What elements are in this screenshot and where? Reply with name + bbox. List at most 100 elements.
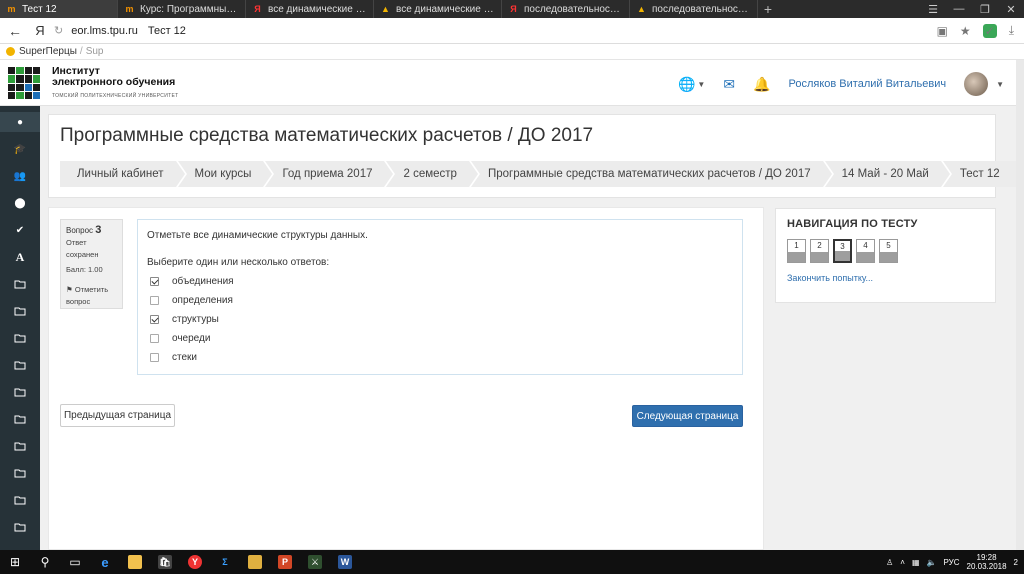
game-icon[interactable]: ⚔ xyxy=(300,550,330,574)
answer-option[interactable]: структуры xyxy=(150,310,733,329)
windows-start-icon[interactable]: ⊞ xyxy=(0,550,30,574)
yandex-icon: Я xyxy=(254,4,261,14)
download-icon[interactable]: ⤓ xyxy=(1009,23,1014,38)
folder-icon[interactable] xyxy=(0,301,40,321)
question-nav-button[interactable]: 1 xyxy=(787,239,806,263)
url-field[interactable]: ↻ eor.lms.tpu.ru Тест 12 xyxy=(54,21,933,41)
clock-time: 19:28 xyxy=(976,553,997,562)
yandex-browser-icon[interactable]: Y xyxy=(180,550,210,574)
answer-checkbox[interactable] xyxy=(150,315,159,324)
answer-option[interactable]: определения xyxy=(150,291,733,310)
folder-icon[interactable] xyxy=(0,409,40,429)
breadcrumb-item[interactable]: Программные средства математических расч… xyxy=(470,161,834,187)
edge-browser-icon[interactable]: e xyxy=(90,550,120,574)
browser-tab-2[interactable]: m Курс: Программные средст xyxy=(118,0,246,18)
answer-label: очереди xyxy=(172,333,211,344)
font-a-icon[interactable]: A xyxy=(0,247,40,267)
clock[interactable]: 19:28 20.03.2018 xyxy=(967,553,1007,571)
chevron-up-icon[interactable]: ˄ xyxy=(900,558,905,567)
breadcrumb-item[interactable]: Тест 12 xyxy=(942,161,1016,187)
answer-checkbox[interactable] xyxy=(150,353,159,362)
answer-option[interactable]: стеки xyxy=(150,348,733,367)
yandex-logo-icon[interactable]: Я xyxy=(30,23,50,38)
keyboard-language[interactable]: РУС xyxy=(943,558,959,567)
user-name[interactable]: Росляков Виталий Витальевич xyxy=(789,78,947,90)
breadcrumb-item[interactable]: Год приема 2017 xyxy=(265,161,396,187)
powerpoint-icon[interactable]: P xyxy=(270,550,300,574)
next-page-button[interactable]: Следующая страница xyxy=(632,405,743,427)
flag-question-button[interactable]: ⚑ Отметить xyxy=(66,284,117,296)
folder-icon[interactable] xyxy=(0,274,40,294)
answer-checkbox[interactable] xyxy=(150,277,159,286)
bookmark-star-icon[interactable]: ★ xyxy=(960,24,971,38)
folder-icon[interactable] xyxy=(0,355,40,375)
app-sigma-icon[interactable]: Σ xyxy=(210,550,240,574)
folder-app-icon[interactable] xyxy=(240,550,270,574)
circle-icon[interactable]: ⬤ xyxy=(0,193,40,213)
question-nav-button-current[interactable]: 3 xyxy=(833,239,852,263)
volume-icon[interactable]: 🔈 xyxy=(927,558,937,567)
task-view-icon[interactable]: ▭ xyxy=(60,550,90,574)
notifications-count[interactable]: 2 xyxy=(1014,558,1018,567)
protect-shield-icon[interactable]: ✓ xyxy=(982,23,997,38)
browser-tab-4[interactable]: ▲ все динамические структур xyxy=(374,0,502,18)
folder-icon[interactable] xyxy=(0,517,40,537)
network-icon[interactable]: ▦ xyxy=(912,558,920,567)
avatar[interactable] xyxy=(964,72,989,96)
bookmark-item[interactable]: SuperПерцы xyxy=(19,46,77,57)
reload-icon[interactable]: ↻ xyxy=(54,24,63,37)
drawer-toggle-icon[interactable]: ● xyxy=(0,112,40,132)
site-header: Институт электронного обучения ТОМСКИЙ П… xyxy=(0,60,1024,106)
search-icon[interactable]: ⚲ xyxy=(30,550,60,574)
bookmark-item[interactable]: Sup xyxy=(86,46,104,57)
folder-icon[interactable] xyxy=(0,463,40,483)
previous-page-button[interactable]: Предыдущая страница xyxy=(60,404,175,427)
language-globe-icon[interactable]: 🌐 ▼ xyxy=(678,76,705,93)
folder-icon[interactable] xyxy=(0,382,40,402)
question-nav-buttons: 1 2 3 4 5 xyxy=(787,239,984,263)
folder-icon[interactable] xyxy=(0,436,40,456)
institute-logo[interactable] xyxy=(8,67,40,99)
answer-checkbox[interactable] xyxy=(150,334,159,343)
question-text: Отметьте все динамические структуры данн… xyxy=(147,230,368,241)
browser-tab-1[interactable]: m Тест 12 xyxy=(0,0,118,18)
tab-title: все динамические структур xyxy=(396,3,495,15)
messages-envelope-icon[interactable]: ✉ xyxy=(723,76,735,93)
person-icon[interactable]: ♙ xyxy=(886,558,893,567)
browser-tab-6[interactable]: ▲ последовательность выпол xyxy=(630,0,758,18)
users-icon[interactable]: 👥 xyxy=(0,166,40,186)
user-menu-chevron-icon[interactable]: ▼ xyxy=(996,80,1004,89)
breadcrumb-item[interactable]: 2 семестр xyxy=(386,161,481,187)
back-arrow-icon[interactable]: ← xyxy=(0,23,30,39)
answer-prompt: Выберите один или несколько ответов: xyxy=(147,257,330,268)
reader-mode-icon[interactable]: ▣ xyxy=(937,24,948,38)
answer-checkbox[interactable] xyxy=(150,296,159,305)
minimize-icon[interactable]: — xyxy=(946,0,972,18)
browser-tab-3[interactable]: Я все динамические структур xyxy=(246,0,374,18)
word-icon[interactable]: W xyxy=(330,550,360,574)
institute-name: Институт электронного обучения ТОМСКИЙ П… xyxy=(52,66,178,102)
new-tab-button[interactable]: + xyxy=(758,0,778,18)
question-nav-button[interactable]: 5 xyxy=(879,239,898,263)
folder-icon[interactable] xyxy=(0,490,40,510)
browser-tab-5[interactable]: Я последовательность выпол xyxy=(502,0,630,18)
breadcrumb-item[interactable]: 14 Май - 20 Май xyxy=(824,161,953,187)
finish-attempt-link[interactable]: Закончить попытку... xyxy=(787,273,984,283)
check-circle-icon[interactable]: ✔ xyxy=(0,220,40,240)
breadcrumb-item[interactable]: Личный кабинет xyxy=(60,161,187,187)
breadcrumb-item[interactable]: Мои курсы xyxy=(177,161,275,187)
question-nav-button[interactable]: 4 xyxy=(856,239,875,263)
page-scrollbar[interactable] xyxy=(1016,60,1024,550)
question-nav-button[interactable]: 2 xyxy=(810,239,829,263)
file-explorer-icon[interactable] xyxy=(120,550,150,574)
answer-option[interactable]: очереди xyxy=(150,329,733,348)
maximize-icon[interactable]: ❐ xyxy=(972,0,998,18)
answer-option[interactable]: объединения xyxy=(150,272,733,291)
question-score: Балл: 1.00 xyxy=(66,265,103,274)
menu-icon[interactable]: ☰ xyxy=(920,0,946,18)
notifications-bell-icon[interactable]: 🔔 xyxy=(753,76,770,93)
folder-icon[interactable] xyxy=(0,328,40,348)
graduation-cap-icon[interactable]: 🎓 xyxy=(0,139,40,159)
store-icon[interactable]: 🛍 xyxy=(150,550,180,574)
close-icon[interactable]: ✕ xyxy=(998,0,1024,18)
